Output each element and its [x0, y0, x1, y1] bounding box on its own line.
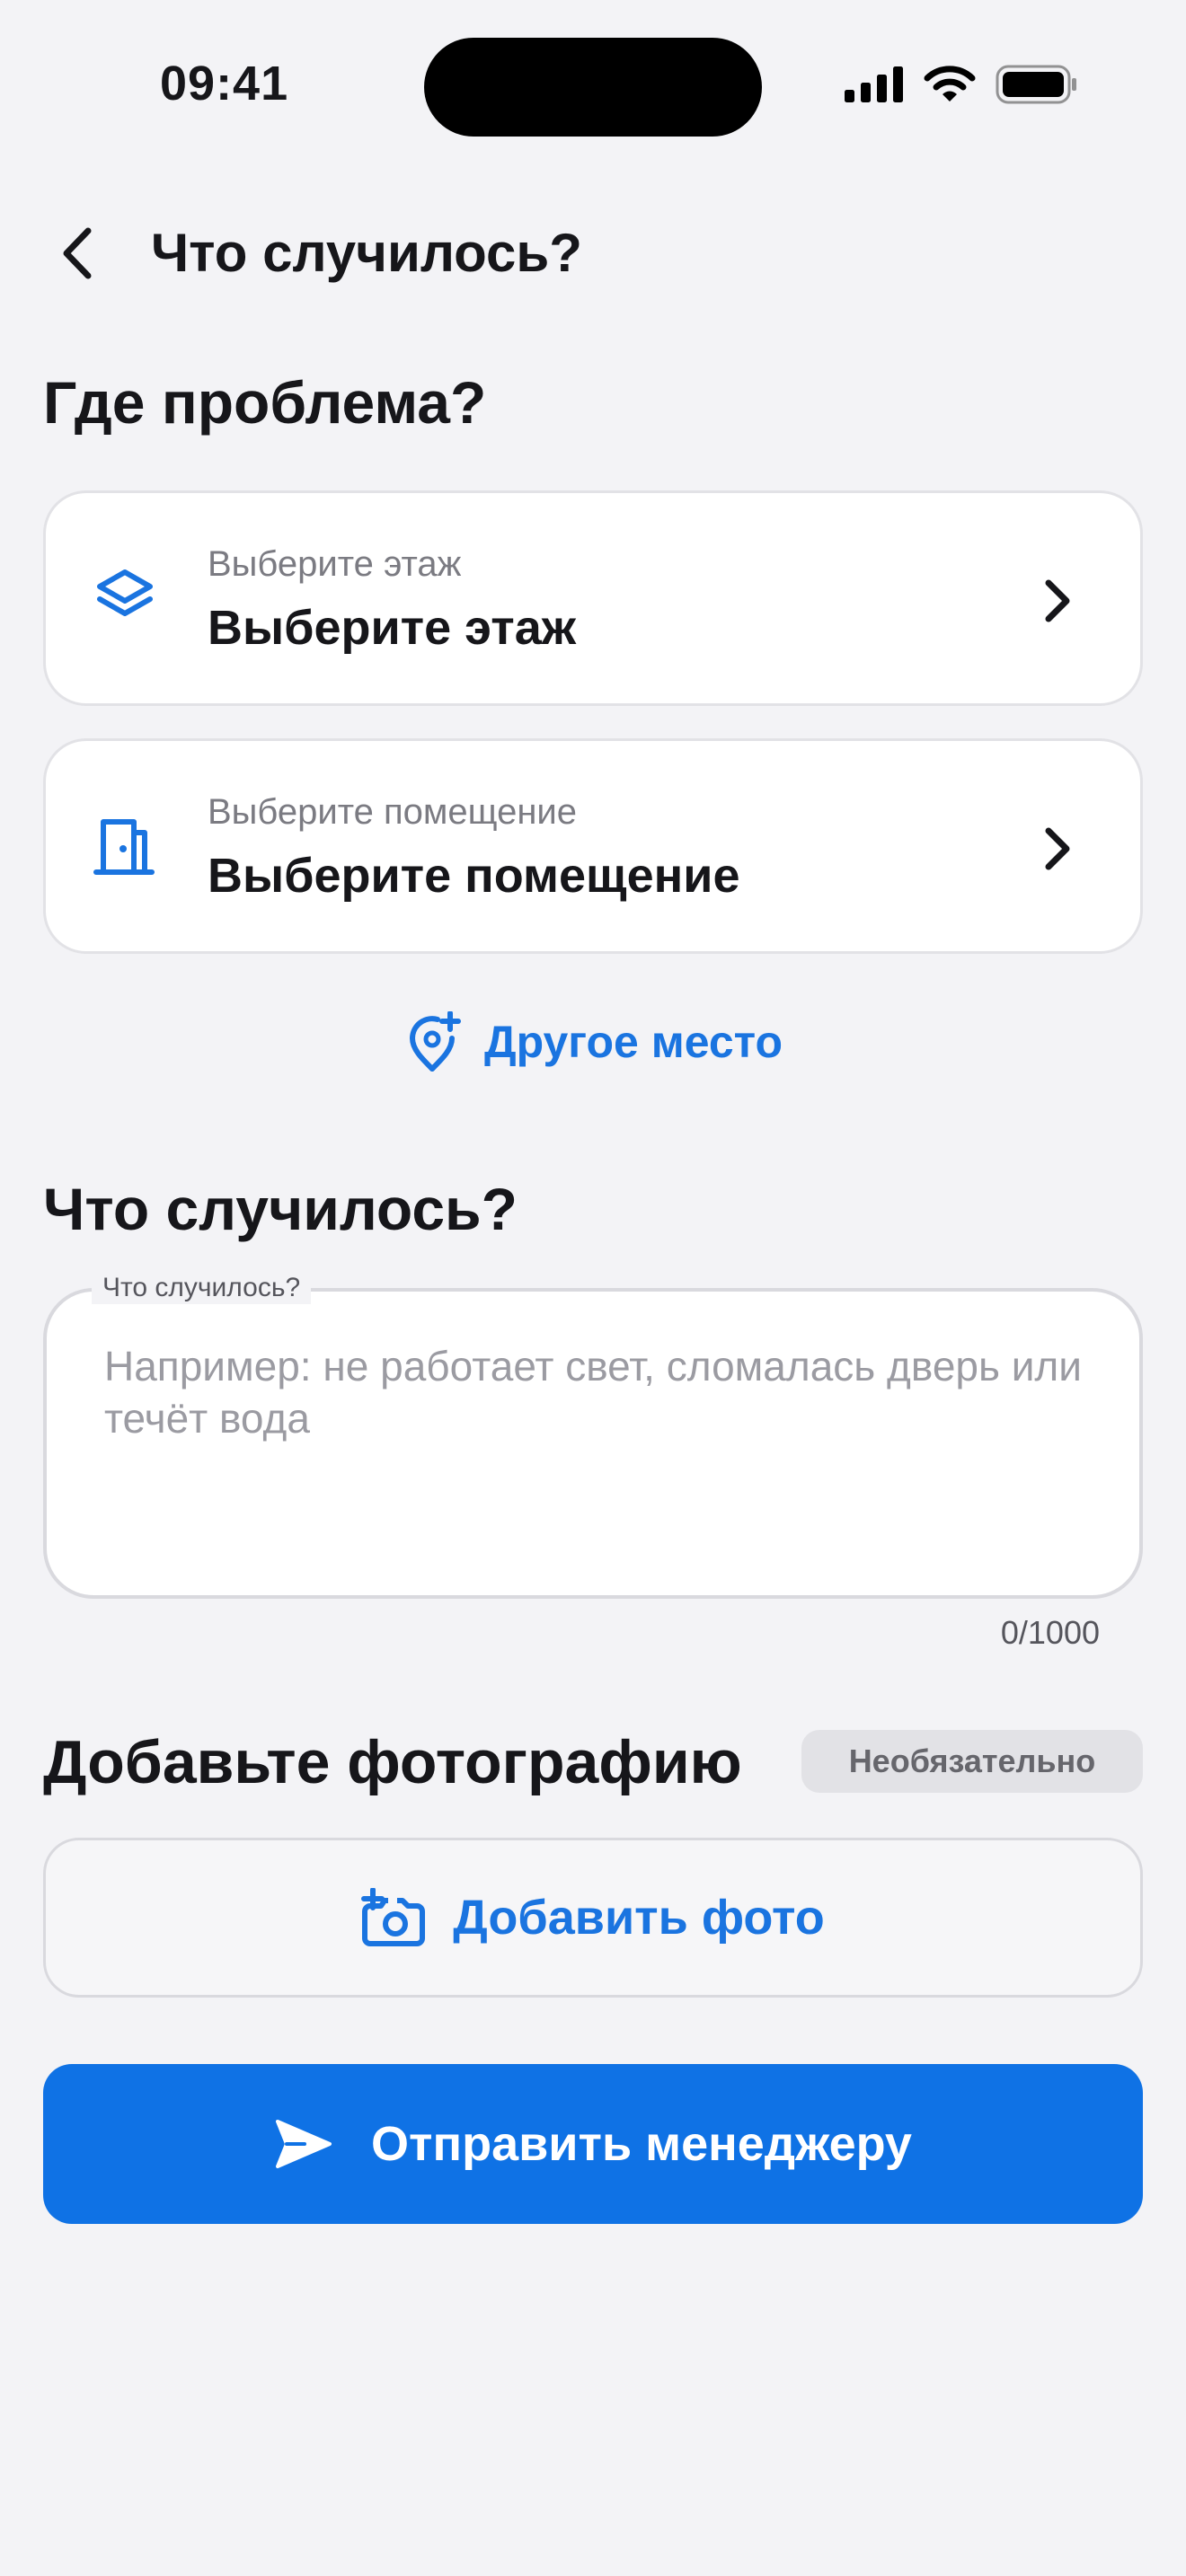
photo-section-title: Добавьте фотографию	[43, 1728, 742, 1796]
room-select-label: Выберите помещение	[208, 792, 577, 832]
status-icons	[845, 65, 1078, 104]
back-button[interactable]	[49, 221, 106, 286]
status-bar: 09:41	[0, 0, 1186, 171]
layers-icon	[97, 569, 153, 616]
optional-badge: Необязательно	[801, 1730, 1143, 1793]
submit-label: Отправить менеджеру	[371, 2117, 912, 2171]
door-icon	[93, 819, 155, 875]
camera-add-icon	[361, 1888, 426, 1946]
battery-icon	[996, 65, 1076, 104]
floor-select[interactable]: Выберите этаж Выберите этаж	[43, 490, 1143, 706]
send-icon	[276, 2120, 332, 2168]
add-photo-label: Добавить фото	[453, 1891, 825, 1945]
location-add-icon	[409, 1011, 461, 1072]
wifi-icon	[924, 66, 976, 101]
floor-select-value: Выберите этаж	[208, 601, 577, 655]
room-select-value: Выберите помещение	[208, 849, 740, 903]
chevron-left-icon	[63, 227, 92, 279]
other-place-button[interactable]: Другое место	[0, 1008, 1186, 1076]
chevron-right-icon	[1045, 827, 1070, 870]
page-title: Что случилось?	[151, 223, 582, 283]
character-counter: 0/1000	[1000, 1614, 1100, 1651]
room-select[interactable]: Выберите помещение Выберите помещение	[43, 738, 1143, 954]
floor-select-label: Выберите этаж	[208, 544, 462, 584]
description-section-title: Что случилось?	[43, 1176, 518, 1242]
chevron-right-icon	[1045, 579, 1070, 622]
description-field-label: Что случилось?	[92, 1272, 312, 1304]
location-section-title: Где проблема?	[43, 369, 487, 436]
submit-to-manager-button[interactable]: Отправить менеджеру	[43, 2064, 1143, 2224]
description-placeholder: Например: не работает свет, сломалась дв…	[104, 1343, 1082, 1442]
cellular-signal-icon	[845, 66, 903, 102]
status-time: 09:41	[160, 57, 289, 110]
other-place-label: Другое место	[483, 1017, 783, 1067]
add-photo-button[interactable]: Добавить фото	[43, 1838, 1143, 1998]
dynamic-island	[424, 38, 762, 137]
